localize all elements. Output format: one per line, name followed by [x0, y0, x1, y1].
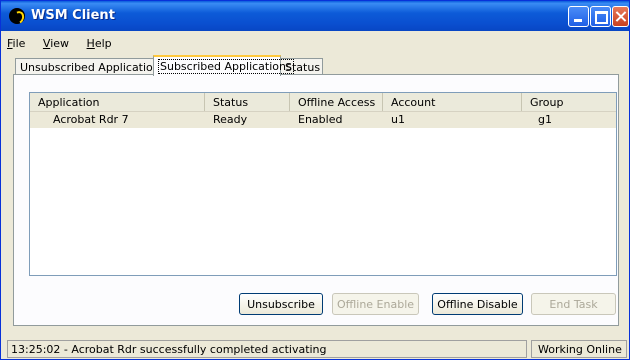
menu-bar: File View Help: [5, 36, 124, 52]
column-header-account[interactable]: Account: [383, 93, 522, 111]
column-header-status[interactable]: Status: [205, 93, 290, 111]
wsm-logo-icon: [9, 8, 25, 24]
menu-help[interactable]: Help: [85, 36, 114, 51]
offline-disable-button[interactable]: Offline Disable: [432, 293, 523, 315]
window-title: WSM Client: [31, 8, 115, 23]
title-bar[interactable]: WSM Client: [1, 1, 629, 31]
menu-view[interactable]: View: [41, 36, 71, 51]
unsubscribe-button[interactable]: Unsubscribe: [239, 293, 323, 315]
cell-group: g1: [538, 113, 552, 126]
cell-offline-access: Enabled: [298, 113, 343, 126]
wsm-client-window: WSM Client File View Help Unsubscribed A…: [0, 0, 630, 360]
menu-file[interactable]: File: [5, 36, 27, 51]
column-header-offline-access[interactable]: Offline Access: [290, 93, 383, 111]
end-task-button[interactable]: End Task: [531, 293, 616, 315]
tab-subscribed-applications[interactable]: Subscribed Applications: [153, 55, 294, 76]
close-button[interactable]: [612, 6, 629, 27]
connection-status: Working Online: [531, 340, 627, 358]
column-header-group[interactable]: Group: [522, 93, 616, 111]
status-bar: 13:25:02 - Acrobat Rdr successfully comp…: [1, 338, 629, 360]
subscribed-applications-panel: Application Status Offline Access Accoun…: [13, 74, 619, 326]
minimize-button[interactable]: [568, 6, 589, 27]
status-message: 13:25:02 - Acrobat Rdr successfully comp…: [7, 340, 527, 358]
offline-enable-button[interactable]: Offline Enable: [332, 293, 419, 315]
maximize-button[interactable]: [590, 6, 611, 27]
cell-account: u1: [391, 113, 405, 126]
column-header-application[interactable]: Application: [30, 93, 205, 111]
table-row[interactable]: Acrobat Rdr 7 Ready Enabled u1 g1: [30, 112, 616, 128]
applications-list[interactable]: Application Status Offline Access Accoun…: [29, 92, 617, 276]
cell-application: Acrobat Rdr 7: [53, 113, 129, 126]
list-header: Application Status Offline Access Accoun…: [30, 93, 616, 112]
tab-unsubscribed-applications[interactable]: Unsubscribed Applications: [15, 58, 166, 75]
cell-status: Ready: [213, 113, 248, 126]
